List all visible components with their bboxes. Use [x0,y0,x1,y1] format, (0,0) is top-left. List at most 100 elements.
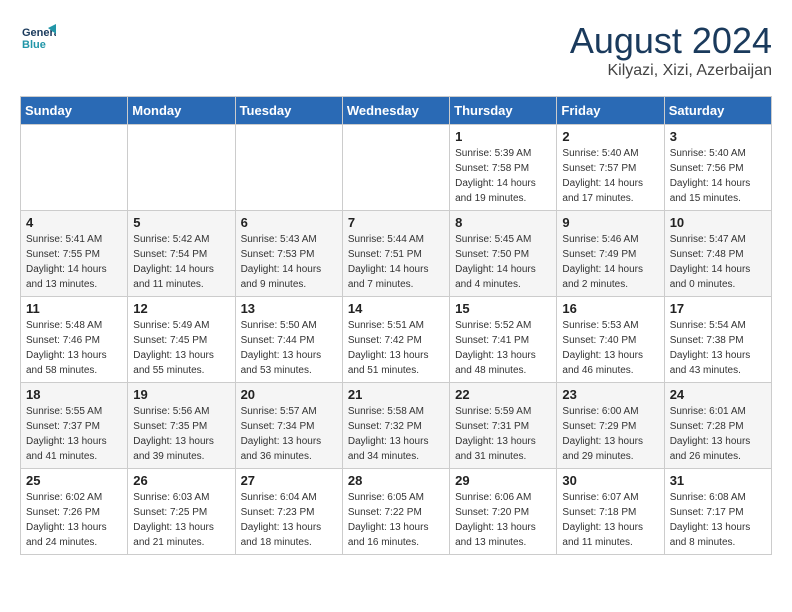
day-number: 29 [455,473,551,488]
calendar-table: SundayMondayTuesdayWednesdayThursdayFrid… [20,96,772,555]
day-cell: 19Sunrise: 5:56 AMSunset: 7:35 PMDayligh… [128,383,235,469]
day-cell: 28 Sunrise: 6:05 AMSunset: 7:22 PMDayligh… [342,469,449,555]
day-cell: 11 Sunrise: 5:48 AMSunset: 7:46 PMDayligh… [21,297,128,383]
day-number: 16 [562,301,658,316]
week-row-2: 4 Sunrise: 5:41 AMSunset: 7:55 PMDaylight… [21,211,772,297]
day-number: 26 [133,473,229,488]
day-number: 7 [348,215,444,230]
day-info: Sunrise: 6:01 AMSunset: 7:28 PMDaylight:… [670,404,766,464]
weekday-header-friday: Friday [557,97,664,125]
day-number: 4 [26,215,122,230]
day-cell: 17 Sunrise: 5:54 AMSunset: 7:38 PMDayligh… [664,297,771,383]
page-header: General Blue August 2024 Kilyazi, Xizi, … [20,20,772,80]
day-info: Sunrise: 5:55 AMSunset: 7:37 PMDaylight:… [26,404,122,464]
weekday-header-thursday: Thursday [450,97,557,125]
day-number: 25 [26,473,122,488]
day-info: Sunrise: 5:39 AMSunset: 7:58 PMDaylight:… [455,146,551,206]
weekday-header-sunday: Sunday [21,97,128,125]
day-info: Sunrise: 5:47 AMSunset: 7:48 PMDaylight:… [670,232,766,292]
weekday-header-row: SundayMondayTuesdayWednesdayThursdayFrid… [21,97,772,125]
day-number: 17 [670,301,766,316]
day-cell: 20 Sunrise: 5:57 AMSunset: 7:34 PMDayligh… [235,383,342,469]
calendar-body: 1Sunrise: 5:39 AMSunset: 7:58 PMDaylight… [21,125,772,555]
day-info: Sunrise: 6:05 AMSunset: 7:22 PMDaylight:… [348,490,444,550]
day-info: Sunrise: 6:03 AMSunset: 7:25 PMDaylight:… [133,490,229,550]
day-info: Sunrise: 5:46 AMSunset: 7:49 PMDaylight:… [562,232,658,292]
location: Kilyazi, Xizi, Azerbaijan [570,62,772,80]
day-cell: 10 Sunrise: 5:47 AMSunset: 7:48 PMDayligh… [664,211,771,297]
day-cell: 21Sunrise: 5:58 AMSunset: 7:32 PMDayligh… [342,383,449,469]
day-cell: 22 Sunrise: 5:59 AMSunset: 7:31 PMDayligh… [450,383,557,469]
day-number: 15 [455,301,551,316]
day-cell: 5 Sunrise: 5:42 AMSunset: 7:54 PMDaylight… [128,211,235,297]
month-title: August 2024 [570,20,772,62]
day-cell [128,125,235,211]
day-number: 14 [348,301,444,316]
day-cell: 26 Sunrise: 6:03 AMSunset: 7:25 PMDayligh… [128,469,235,555]
day-number: 21 [348,387,444,402]
day-cell: 3 Sunrise: 5:40 AMSunset: 7:56 PMDaylight… [664,125,771,211]
logo-icon: General Blue [20,20,56,56]
week-row-4: 18 Sunrise: 5:55 AMSunset: 7:37 PMDayligh… [21,383,772,469]
day-number: 6 [241,215,337,230]
day-info: Sunrise: 6:04 AMSunset: 7:23 PMDaylight:… [241,490,337,550]
day-number: 31 [670,473,766,488]
day-info: Sunrise: 5:51 AMSunset: 7:42 PMDaylight:… [348,318,444,378]
day-number: 12 [133,301,229,316]
day-info: Sunrise: 6:02 AMSunset: 7:26 PMDaylight:… [26,490,122,550]
day-number: 27 [241,473,337,488]
day-info: Sunrise: 5:52 AMSunset: 7:41 PMDaylight:… [455,318,551,378]
day-number: 8 [455,215,551,230]
day-info: Sunrise: 5:41 AMSunset: 7:55 PMDaylight:… [26,232,122,292]
day-cell: 29 Sunrise: 6:06 AMSunset: 7:20 PMDayligh… [450,469,557,555]
day-info: Sunrise: 5:42 AMSunset: 7:54 PMDaylight:… [133,232,229,292]
day-number: 2 [562,129,658,144]
day-cell: 8Sunrise: 5:45 AMSunset: 7:50 PMDaylight… [450,211,557,297]
day-number: 5 [133,215,229,230]
day-info: Sunrise: 6:06 AMSunset: 7:20 PMDaylight:… [455,490,551,550]
day-number: 22 [455,387,551,402]
day-info: Sunrise: 5:48 AMSunset: 7:46 PMDaylight:… [26,318,122,378]
day-cell: 30 Sunrise: 6:07 AMSunset: 7:18 PMDayligh… [557,469,664,555]
weekday-header-tuesday: Tuesday [235,97,342,125]
day-info: Sunrise: 5:50 AMSunset: 7:44 PMDaylight:… [241,318,337,378]
svg-text:Blue: Blue [22,39,46,51]
day-cell: 2Sunrise: 5:40 AMSunset: 7:57 PMDaylight… [557,125,664,211]
day-cell: 23 Sunrise: 6:00 AMSunset: 7:29 PMDayligh… [557,383,664,469]
day-info: Sunrise: 5:54 AMSunset: 7:38 PMDaylight:… [670,318,766,378]
day-info: Sunrise: 5:40 AMSunset: 7:56 PMDaylight:… [670,146,766,206]
logo: General Blue [20,20,60,56]
day-number: 28 [348,473,444,488]
day-cell: 31 Sunrise: 6:08 AMSunset: 7:17 PMDayligh… [664,469,771,555]
day-info: Sunrise: 5:57 AMSunset: 7:34 PMDaylight:… [241,404,337,464]
week-row-1: 1Sunrise: 5:39 AMSunset: 7:58 PMDaylight… [21,125,772,211]
day-number: 23 [562,387,658,402]
week-row-5: 25 Sunrise: 6:02 AMSunset: 7:26 PMDayligh… [21,469,772,555]
day-cell: 6 Sunrise: 5:43 AMSunset: 7:53 PMDaylight… [235,211,342,297]
day-cell: 9 Sunrise: 5:46 AMSunset: 7:49 PMDaylight… [557,211,664,297]
day-number: 18 [26,387,122,402]
day-info: Sunrise: 5:56 AMSunset: 7:35 PMDaylight:… [133,404,229,464]
day-info: Sunrise: 5:43 AMSunset: 7:53 PMDaylight:… [241,232,337,292]
day-cell: 7 Sunrise: 5:44 AMSunset: 7:51 PMDaylight… [342,211,449,297]
day-info: Sunrise: 5:44 AMSunset: 7:51 PMDaylight:… [348,232,444,292]
day-info: Sunrise: 5:49 AMSunset: 7:45 PMDaylight:… [133,318,229,378]
day-number: 10 [670,215,766,230]
day-cell: 13Sunrise: 5:50 AMSunset: 7:44 PMDayligh… [235,297,342,383]
day-cell: 18 Sunrise: 5:55 AMSunset: 7:37 PMDayligh… [21,383,128,469]
day-number: 3 [670,129,766,144]
day-info: Sunrise: 6:00 AMSunset: 7:29 PMDaylight:… [562,404,658,464]
day-number: 11 [26,301,122,316]
day-cell: 12 Sunrise: 5:49 AMSunset: 7:45 PMDayligh… [128,297,235,383]
day-info: Sunrise: 5:59 AMSunset: 7:31 PMDaylight:… [455,404,551,464]
day-info: Sunrise: 6:08 AMSunset: 7:17 PMDaylight:… [670,490,766,550]
day-number: 20 [241,387,337,402]
day-cell: 25 Sunrise: 6:02 AMSunset: 7:26 PMDayligh… [21,469,128,555]
day-cell: 4 Sunrise: 5:41 AMSunset: 7:55 PMDaylight… [21,211,128,297]
day-cell: 1Sunrise: 5:39 AMSunset: 7:58 PMDaylight… [450,125,557,211]
day-cell [235,125,342,211]
day-info: Sunrise: 5:53 AMSunset: 7:40 PMDaylight:… [562,318,658,378]
day-info: Sunrise: 6:07 AMSunset: 7:18 PMDaylight:… [562,490,658,550]
day-number: 30 [562,473,658,488]
day-number: 9 [562,215,658,230]
